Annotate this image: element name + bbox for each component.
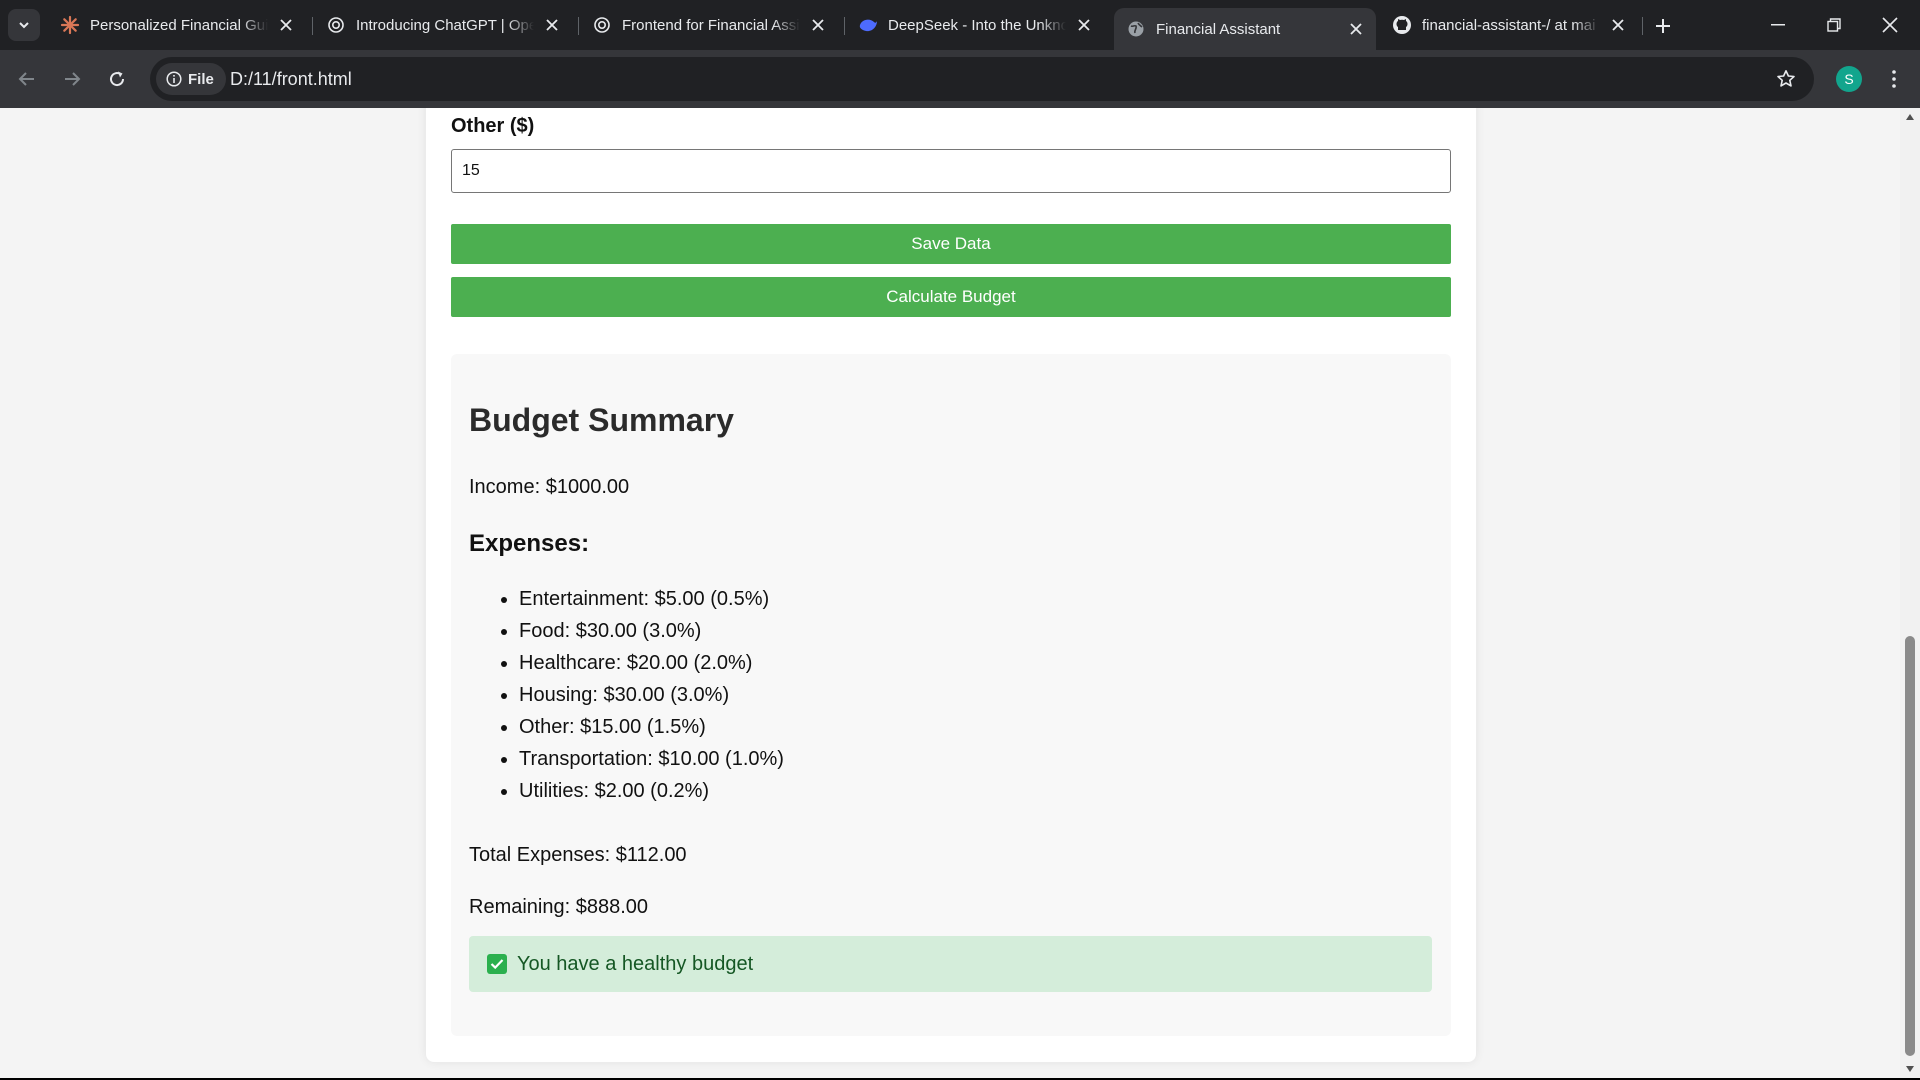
close-icon[interactable] (276, 15, 296, 35)
site-info-chip[interactable]: File (156, 63, 226, 95)
tab-title: Financial Assistant (1156, 20, 1281, 38)
site-info-label: File (188, 70, 214, 88)
browser-toolbar: File D:/11/front.html (0, 50, 1920, 108)
browser-menu-button[interactable] (1882, 64, 1906, 94)
minimize-button[interactable] (1750, 0, 1806, 50)
other-expense-input[interactable] (451, 149, 1451, 193)
bookmark-star-icon[interactable] (1774, 67, 1798, 91)
browser-tab[interactable]: Personalized Financial Guid (48, 8, 306, 42)
budget-status-alert: You have a healthy budget (469, 936, 1432, 992)
income-text: Income: $1000.00 (469, 476, 630, 498)
restore-icon (1827, 18, 1841, 32)
expenses-heading: Expenses: (469, 530, 590, 557)
expenses-list: Entertainment: $5.00 (0.5%) Food: $30.00… (519, 587, 784, 811)
openai-logo-icon (592, 15, 612, 35)
chevron-down-icon (19, 22, 29, 29)
scrollbar-thumb[interactable] (1905, 636, 1915, 1056)
list-item: Transportation: $10.00 (1.0%) (519, 747, 784, 779)
close-icon[interactable] (1346, 19, 1366, 39)
close-icon (1882, 17, 1898, 33)
total-expenses-text: Total Expenses: $112.00 (469, 844, 687, 866)
tab-title: Introducing ChatGPT | Ope (356, 16, 534, 34)
address-bar[interactable]: File D:/11/front.html (150, 57, 1814, 101)
more-vertical-icon (1892, 70, 1896, 88)
close-icon[interactable] (542, 15, 562, 35)
browser-tab[interactable]: financial-assistant-/ at mai (1380, 8, 1638, 42)
list-item: Other: $15.00 (1.5%) (519, 715, 784, 747)
browser-tab[interactable]: Introducing ChatGPT | Ope (314, 8, 572, 42)
browser-tab[interactable]: DeepSeek - Into the Unkno (846, 8, 1104, 42)
plus-icon (1656, 19, 1670, 33)
status-message: You have a healthy budget (517, 952, 754, 975)
arrow-right-icon (65, 72, 81, 86)
checkmark-icon (487, 954, 507, 974)
close-window-button[interactable] (1862, 0, 1918, 50)
page-scrollbar[interactable] (1900, 108, 1920, 1078)
reload-button[interactable] (100, 62, 134, 96)
back-button[interactable] (10, 62, 44, 96)
claude-logo-icon (60, 15, 80, 35)
restore-button[interactable] (1806, 0, 1862, 50)
tab-title: Personalized Financial Guid (90, 16, 268, 34)
tab-search-button[interactable] (8, 9, 40, 41)
deepseek-logo-icon (858, 15, 878, 35)
globe-icon (1126, 19, 1146, 39)
list-item: Healthcare: $20.00 (2.0%) (519, 651, 784, 683)
tab-title: DeepSeek - Into the Unkno (888, 16, 1066, 34)
remaining-text: Remaining: $888.00 (469, 896, 649, 918)
browser-tab-active[interactable]: Financial Assistant (1114, 8, 1376, 50)
reload-icon (110, 71, 125, 87)
close-icon[interactable] (1608, 15, 1628, 35)
list-item: Food: $30.00 (3.0%) (519, 619, 784, 651)
forward-button[interactable] (55, 62, 89, 96)
arrow-left-icon (18, 72, 34, 86)
tab-title: Frontend for Financial Assi (622, 16, 800, 34)
page-viewport: Other ($) Save Data Calculate Budget Bud… (0, 108, 1920, 1078)
list-item: Housing: $30.00 (3.0%) (519, 683, 784, 715)
close-icon[interactable] (1074, 15, 1094, 35)
openai-logo-icon (326, 15, 346, 35)
tab-divider (578, 17, 579, 35)
new-tab-button[interactable] (1650, 13, 1676, 39)
scroll-up-arrow-icon[interactable] (1900, 108, 1920, 126)
list-item: Utilities: $2.00 (0.2%) (519, 779, 784, 811)
tab-divider (1642, 17, 1643, 35)
budget-summary-panel: Budget Summary Income: $1000.00 Expenses… (451, 354, 1451, 1036)
tab-title: financial-assistant-/ at mai (1422, 16, 1596, 34)
tab-strip: Personalized Financial Guid Introducing … (0, 0, 1920, 50)
calculate-budget-button[interactable]: Calculate Budget (451, 277, 1451, 317)
url-text[interactable]: D:/11/front.html (230, 57, 352, 101)
tab-divider (844, 17, 845, 35)
minimize-icon (1771, 24, 1785, 26)
info-icon (166, 71, 182, 87)
profile-avatar[interactable]: S (1836, 66, 1862, 92)
github-logo-icon (1392, 15, 1412, 35)
save-data-button[interactable]: Save Data (451, 224, 1451, 264)
scroll-down-arrow-icon[interactable] (1900, 1060, 1920, 1078)
browser-tab[interactable]: Frontend for Financial Assi (580, 8, 838, 42)
other-expense-label: Other ($) (451, 115, 535, 137)
close-icon[interactable] (808, 15, 828, 35)
list-item: Entertainment: $5.00 (0.5%) (519, 587, 784, 619)
tab-divider (312, 17, 313, 35)
summary-title: Budget Summary (469, 402, 734, 438)
